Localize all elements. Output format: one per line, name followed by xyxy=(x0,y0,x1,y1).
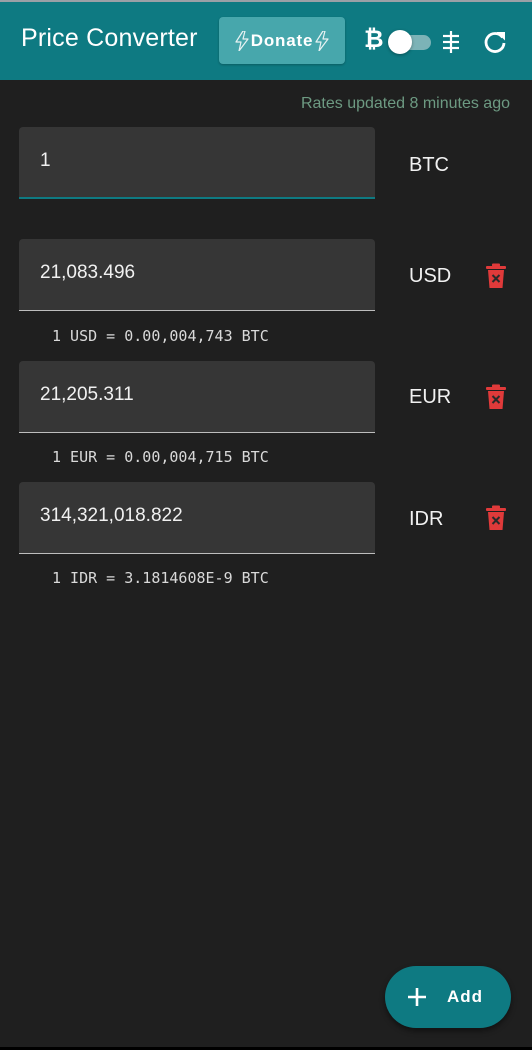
bitcoin-unit-icon: ₿ xyxy=(364,26,384,53)
donate-label: Donate xyxy=(250,30,314,50)
conversion-field-idr[interactable]: 314,321,018.822 xyxy=(19,482,375,554)
plus-icon xyxy=(408,988,426,1006)
conversion-value: 21,083.496 xyxy=(40,262,136,283)
exchange-rate-eur: 1 EUR = 0.00,004,715 BTC xyxy=(52,448,269,466)
delete-icon[interactable] xyxy=(484,384,508,410)
add-button-label: Add xyxy=(447,987,484,1006)
conversion-field-eur[interactable]: 21,205.311 xyxy=(19,361,375,433)
donate-button[interactable]: Donate xyxy=(219,17,345,64)
satoshi-unit-icon xyxy=(443,31,459,53)
rates-updated-status: Rates updated 8 minutes ago xyxy=(300,95,510,112)
switch-thumb xyxy=(388,30,412,54)
base-currency-code[interactable]: BTC xyxy=(409,154,449,177)
exchange-rate-usd: 1 USD = 0.00,004,743 BTC xyxy=(52,327,269,345)
app-screen: Price Converter Donate ₿ Rates updated 8… xyxy=(0,0,532,1050)
conversion-value: 314,321,018.822 xyxy=(40,505,183,526)
app-title: Price Converter xyxy=(21,24,198,52)
app-bar: Price Converter Donate ₿ xyxy=(0,2,532,80)
exchange-rate-idr: 1 IDR = 3.1814608E-9 BTC xyxy=(52,569,269,587)
base-amount-value: 1 xyxy=(40,150,51,171)
delete-icon[interactable] xyxy=(484,263,508,289)
currency-code-eur[interactable]: EUR xyxy=(409,386,451,409)
currency-code-idr[interactable]: IDR xyxy=(409,508,443,531)
add-currency-button[interactable]: Add xyxy=(385,966,511,1028)
conversion-field-usd[interactable]: 21,083.496 xyxy=(19,239,375,311)
lightning-icon xyxy=(235,30,249,51)
delete-icon[interactable] xyxy=(484,505,508,531)
currency-code-usd[interactable]: USD xyxy=(409,265,451,288)
base-amount-field[interactable]: 1 xyxy=(19,127,375,199)
refresh-icon[interactable] xyxy=(482,29,508,55)
unit-toggle-switch[interactable] xyxy=(385,30,432,54)
lightning-icon xyxy=(315,30,329,51)
conversion-value: 21,205.311 xyxy=(40,384,134,405)
